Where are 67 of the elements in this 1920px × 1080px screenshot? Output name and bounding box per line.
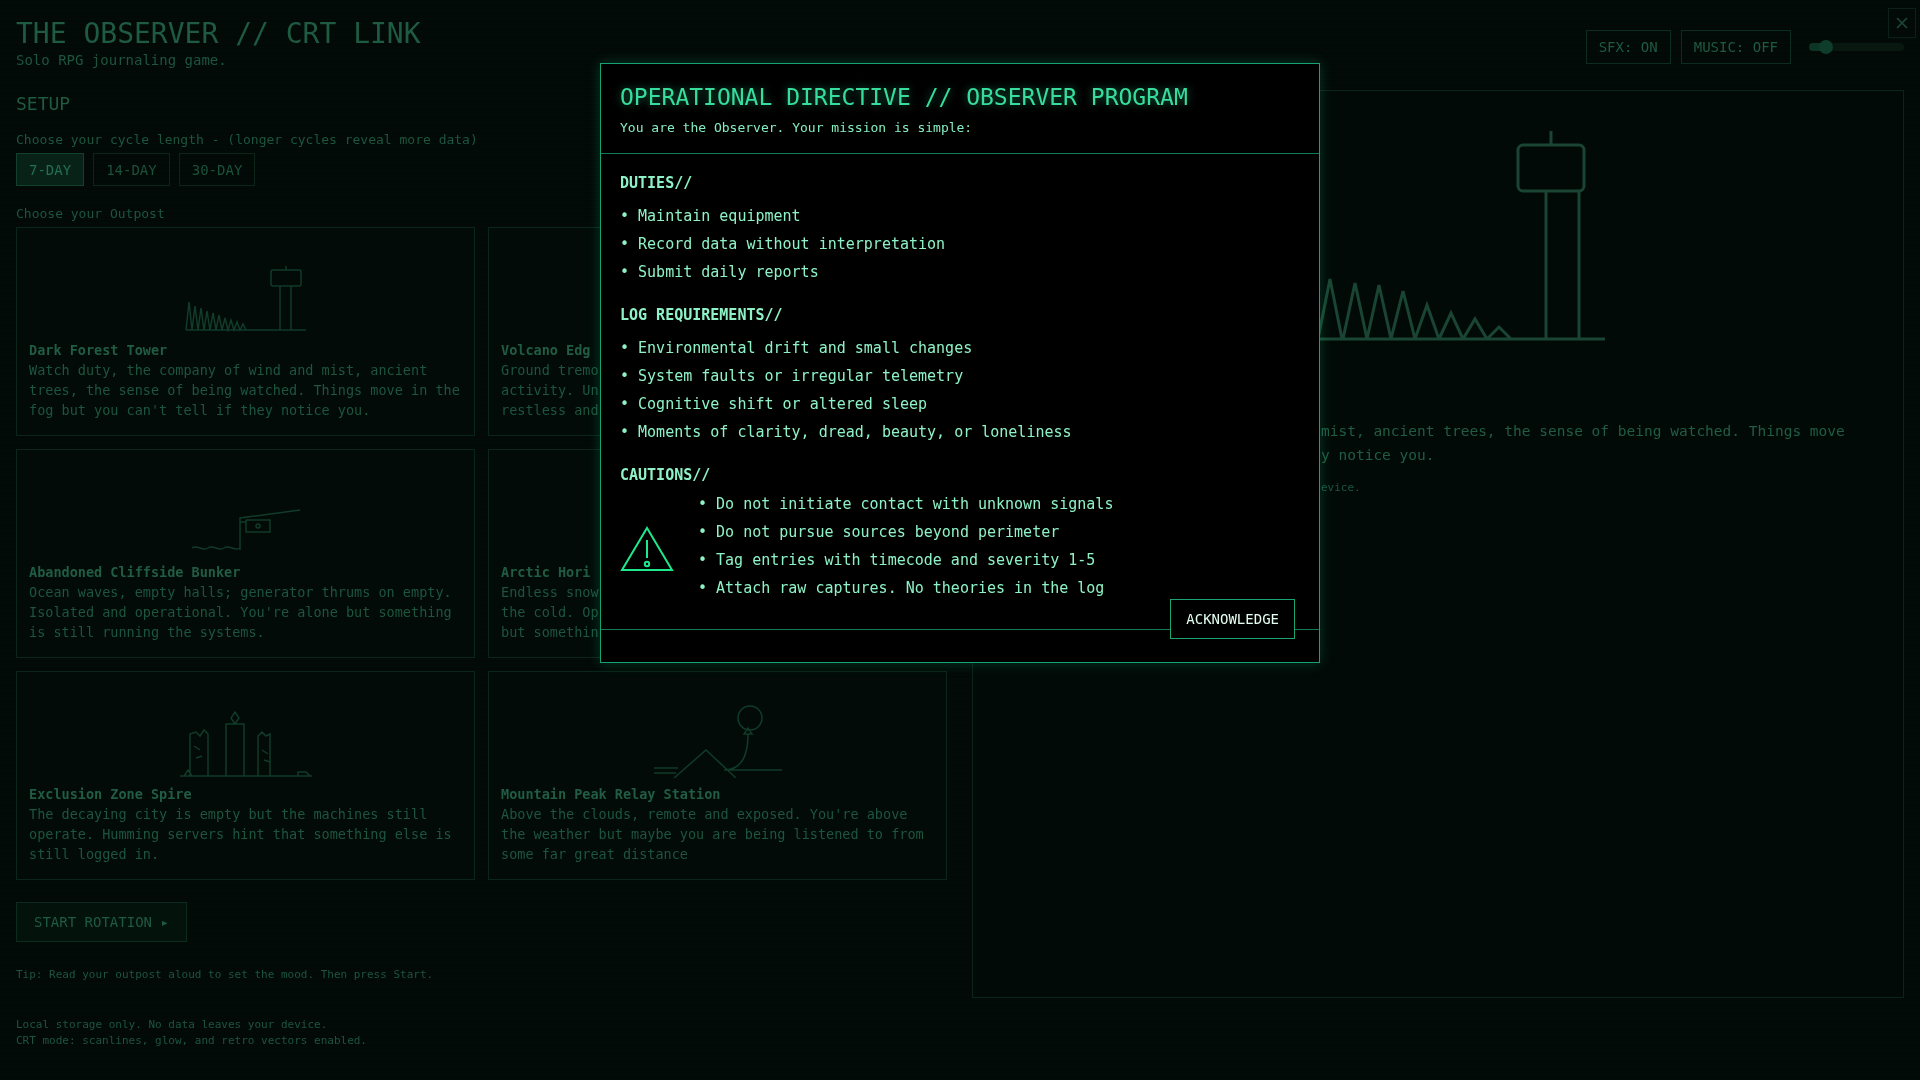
section-heading: CAUTIONS// <box>620 466 711 484</box>
close-button[interactable] <box>1888 8 1916 38</box>
list-item: • Do not initiate contact with unknown signals <box>698 494 1114 515</box>
list-item: • Environmental drift and small changes <box>620 338 973 359</box>
list-item: • Submit daily reports <box>620 262 819 283</box>
volume-slider[interactable] <box>1809 43 1904 51</box>
list-item: • Moments of clarity, dread, beauty, or loneliness <box>620 422 1072 443</box>
close-icon <box>1895 16 1909 30</box>
outpost-description: operate. Humming servers hint that something else is <box>29 825 452 844</box>
section-heading: LOG REQUIREMENTS// <box>620 306 783 324</box>
outpost-title: Dark Forest Tower <box>29 342 168 358</box>
storage-note: evice. <box>1321 481 1361 494</box>
warning-icon <box>620 526 674 572</box>
outpost-description: Watch duty, the company of wind and mist, ancient <box>29 361 428 380</box>
outpost-prompt: Choose your Outpost <box>16 206 165 221</box>
footer-note: CRT mode: scanlines, glow, and retro vectors enabled. <box>16 1033 367 1049</box>
outpost-description: Isolated and operational. You're alone but something <box>29 603 452 622</box>
outpost-description: activity. Un <box>501 381 599 400</box>
outpost-title: Abandoned Cliffside Bunker <box>29 564 241 580</box>
list-item: • Attach raw captures. No theories in the log <box>698 578 1105 599</box>
cycle-option[interactable]: 30-DAY <box>178 153 256 186</box>
outpost-description: the weather but maybe you are being listened to from <box>501 825 924 844</box>
outpost-description: trees, the sense of being watched. Things move in the <box>29 381 460 400</box>
cycle-option[interactable]: 14-DAY <box>93 153 170 186</box>
setup-heading: SETUP <box>16 93 71 114</box>
outpost-description: y notice you. <box>1321 446 1435 465</box>
outpost-description: but somethin <box>501 623 599 642</box>
outpost-description: Ground tremo <box>501 361 599 380</box>
outpost-card[interactable]: Mountain Peak Relay Station Above the clouds, remote and exposed. You're above the weather but maybe you are being listened to from some far great distance <box>488 671 947 880</box>
outpost-description: mist, ancient trees, the sense of being watched. Things move <box>1321 422 1845 441</box>
list-item: • Tag entries with timecode and severity 1-5 <box>698 550 1096 571</box>
list-item: • Record data without interpretation <box>620 234 946 255</box>
outpost-title: Volcano Edg <box>501 342 591 358</box>
dialog-title: OPERATIONAL DIRECTIVE // OBSERVER PROGRAM <box>620 84 1188 110</box>
outpost-title: Arctic Hori <box>501 564 591 580</box>
sfx-toggle[interactable]: SFX: ON <box>1585 30 1671 64</box>
outpost-description: restless and <box>501 401 599 420</box>
outpost-description: some far great distance <box>501 845 688 864</box>
outpost-description: fog but you can't tell if they notice you. <box>29 401 371 420</box>
outpost-description: Endless snow <box>501 583 599 602</box>
outpost-description: Above the clouds, remote and exposed. You're above <box>501 805 908 824</box>
footer-note: Local storage only. No data leaves your device. <box>16 1017 328 1033</box>
outpost-card[interactable]: Exclusion Zone Spire The decaying city is empty but the machines still operate. Humming servers hint that something else is still logged in. <box>16 671 475 880</box>
acknowledge-button[interactable]: ACKNOWLEDGE <box>1170 599 1295 639</box>
volume-thumb[interactable] <box>1819 40 1834 54</box>
tip-text: Tip: Read your outpost aloud to set the mood. Then press Start. <box>16 968 434 981</box>
outpost-description: is still running the systems. <box>29 623 265 642</box>
outpost-description: The decaying city is empty but the machines still <box>29 805 428 824</box>
outpost-description: still logged in. <box>29 845 160 864</box>
app-subtitle: Solo RPG journaling game. <box>16 52 227 68</box>
section-heading: DUTIES// <box>620 174 693 192</box>
list-item: • Cognitive shift or altered sleep <box>620 394 928 415</box>
list-item: • Maintain equipment <box>620 206 801 227</box>
outpost-card[interactable]: Abandoned Cliffside Bunker Ocean waves, empty halls; generator thrums on empty. Isolated and operational. You're alone but something is still running the systems. <box>16 449 475 658</box>
app-title: THE OBSERVER // CRT LINK <box>16 18 421 50</box>
list-item: • System faults or irregular telemetry <box>620 366 964 387</box>
list-item: • Do not pursue sources beyond perimeter <box>698 522 1060 543</box>
music-toggle[interactable]: MUSIC: OFF <box>1680 30 1791 64</box>
start-rotation-button[interactable]: START ROTATION ▸ <box>16 902 187 942</box>
dialog-intro: You are the Observer. Your mission is simple: <box>620 120 973 135</box>
outpost-title: Exclusion Zone Spire <box>29 786 192 802</box>
outpost-description: the cold. Op <box>501 603 599 622</box>
outpost-title: Mountain Peak Relay Station <box>501 786 721 802</box>
outpost-card[interactable]: Dark Forest Tower Watch duty, the company of wind and mist, ancient trees, the sense of being watched. Things move in the fog but you can't tell if they notice you. <box>16 227 475 436</box>
cycle-prompt: Choose your cycle length - (longer cycles reveal more data) <box>16 132 478 147</box>
outpost-description: Ocean waves, empty halls; generator thrums on empty. <box>29 583 452 602</box>
cycle-option[interactable]: 7-DAY <box>16 153 85 186</box>
